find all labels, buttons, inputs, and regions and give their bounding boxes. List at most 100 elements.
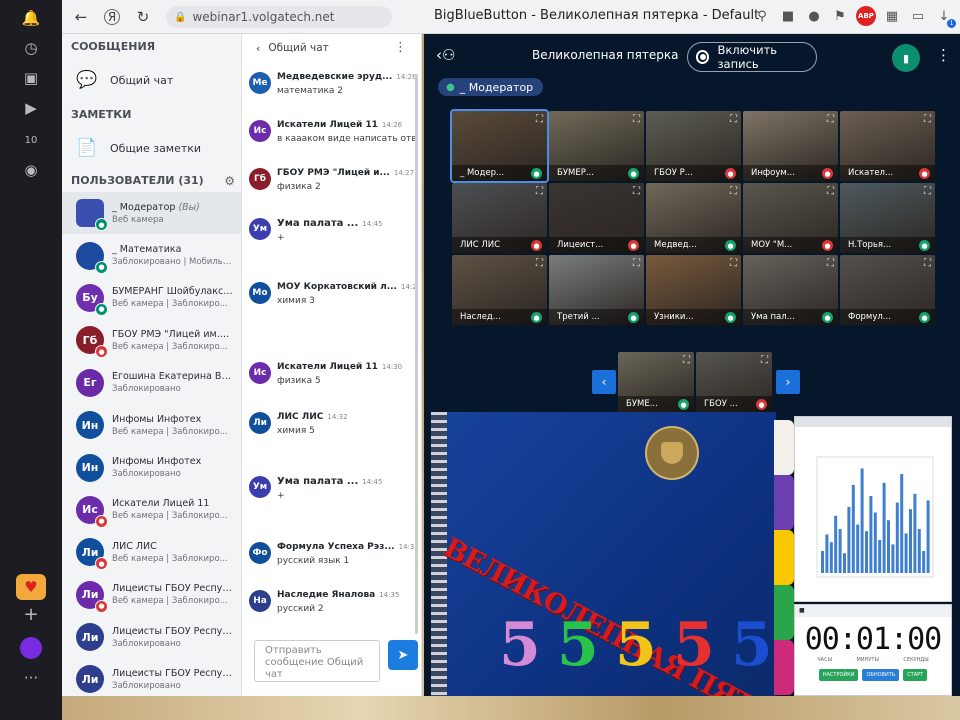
adblock-icon[interactable]: ABP — [856, 6, 876, 26]
back-icon[interactable]: ← — [68, 4, 94, 30]
fullscreen-icon[interactable]: ⛶ — [633, 258, 640, 269]
fullscreen-icon[interactable]: ⛶ — [924, 258, 931, 269]
spreadsheet-bar — [825, 534, 829, 573]
options-menu-icon[interactable]: ⋮ — [936, 46, 951, 64]
fullscreen-icon[interactable]: ⛶ — [633, 114, 640, 125]
user-list-item[interactable]: ● _ Модератор (Вы) Веб камера — [62, 192, 241, 235]
user-list-item[interactable]: Ин Инфомы Инфотех Веб камера | Заблокиро..… — [62, 404, 241, 446]
presentation-slide[interactable]: ВЕЛИКОЛЕПНАЯ ПЯТЁРКА 55555 — [431, 412, 776, 696]
video-tile[interactable]: ⛶ БУМЕР... ● — [549, 111, 644, 181]
fullscreen-icon[interactable]: ⛶ — [536, 186, 543, 197]
spreadsheet-bar — [873, 512, 877, 573]
video-tile[interactable]: ⛶ МОУ "М... ● — [743, 183, 838, 253]
user-list-item[interactable]: Ли ● ЛИС ЛИС Веб камера | Заблокиро... — [62, 531, 241, 573]
message-time: 14:32 — [327, 413, 348, 421]
slide-side-tab — [774, 585, 794, 640]
video-tile[interactable]: ⛶ Наслед... ● — [452, 255, 547, 325]
fullscreen-icon[interactable]: ⛶ — [827, 258, 834, 269]
zen-icon[interactable]: 10 — [0, 126, 62, 154]
more-icon[interactable]: ··· — [0, 664, 62, 692]
user-list-item[interactable]: ● _ Математика Заблокировано | Мобильн... — [62, 234, 241, 276]
extensions-icon[interactable]: ▦ — [882, 6, 902, 26]
user-list-item[interactable]: Ли Лицеисты ГБОУ Республи... Заблокировано — [62, 658, 241, 696]
video-tile[interactable]: ⛶ _ Модер... ● — [450, 109, 549, 183]
video-icon[interactable]: ▶ — [0, 94, 62, 122]
search-icon[interactable]: ⚲ — [752, 6, 772, 26]
alice-icon[interactable] — [0, 634, 62, 662]
camera-icon[interactable]: ■ — [778, 6, 798, 26]
fullscreen-icon[interactable]: ⛶ — [683, 355, 690, 366]
history-icon[interactable]: ◷ — [0, 34, 62, 62]
fullscreen-icon[interactable]: ⛶ — [730, 114, 737, 125]
fullscreen-icon[interactable]: ⛶ — [827, 186, 834, 197]
video-tile[interactable]: ⛶ Лицеист... ● — [549, 183, 644, 253]
fullscreen-icon[interactable]: ⛶ — [761, 355, 768, 366]
share-icon[interactable]: ⚑ — [830, 6, 850, 26]
prev-page-button[interactable]: ‹ — [592, 370, 616, 394]
kebab-menu-icon[interactable]: ⋮ — [394, 40, 407, 55]
fullscreen-icon[interactable]: ⛶ — [730, 258, 737, 269]
message-time: 14:30 — [381, 363, 403, 371]
video-tile[interactable]: ⛶ Н.Торья... ● — [840, 183, 935, 253]
notifications-icon[interactable]: 🔔 — [0, 4, 62, 32]
message-body: Искатели Лицей 11 14:26 в каааком виде нап… — [277, 120, 415, 144]
screenshot-icon[interactable]: ◉ — [0, 156, 62, 184]
fullscreen-icon[interactable]: ⛶ — [730, 186, 737, 197]
chevron-left-icon[interactable]: ‹ — [256, 42, 260, 55]
message-author: Ума палата ... 14:45 — [277, 476, 415, 487]
user-list-item[interactable]: Ли ● Лицеисты ГБОУ Республи... Веб камера |… — [62, 574, 241, 616]
download-icon[interactable]: ↓ 1 — [934, 6, 956, 28]
favorite-app-icon[interactable]: ♥ — [16, 574, 46, 600]
next-page-button[interactable]: › — [776, 370, 800, 394]
collections-icon[interactable]: ▣ — [0, 64, 62, 92]
fullscreen-icon[interactable]: ⛶ — [924, 114, 931, 125]
address-bar[interactable]: 🔒 webinar1.volgatech.net — [166, 6, 392, 28]
shared-notes-item[interactable]: 📄 Общие заметки — [62, 126, 241, 170]
spreadsheet-titlebar — [795, 417, 951, 427]
chat-scrollbar[interactable] — [415, 74, 418, 634]
fullscreen-icon[interactable]: ⛶ — [536, 114, 543, 125]
timer-button[interactable]: СТАРТ — [903, 669, 928, 681]
users-header: ПОЛЬЗОВАТЕЛИ (31) ⚙ — [62, 170, 241, 192]
reload-icon[interactable]: ↻ — [130, 4, 156, 30]
user-list-item[interactable]: Ли Лицеисты ГБОУ Республи... Заблокировано — [62, 616, 241, 658]
avatar: Ли — [76, 623, 104, 652]
fullscreen-icon[interactable]: ⛶ — [827, 114, 834, 125]
yandex-logo-icon[interactable]: Я — [104, 8, 120, 25]
mic-icon[interactable]: ● — [804, 6, 824, 26]
school-seal-logo — [645, 426, 699, 480]
users-toggle-icon[interactable]: ‹⚇ — [436, 46, 455, 64]
bookmark-icon[interactable]: ▭ — [908, 6, 928, 26]
video-tile[interactable]: ⛶ Искател... ● — [840, 111, 935, 181]
timer-button[interactable]: НАСТРОЙКИ — [818, 669, 859, 681]
user-list-item[interactable]: Гб ● ГБОУ РМЭ "Лицей им.М.В... Веб камера |… — [62, 319, 241, 361]
user-list-item[interactable]: Ег Егошина Екатерина Влад... Заблокировано — [62, 362, 241, 404]
video-tile[interactable]: ⛶ ЛИС ЛИС ● — [452, 183, 547, 253]
video-tile[interactable]: ⛶ ГБОУ Р... ● — [646, 111, 741, 181]
gear-icon[interactable]: ⚙ — [224, 170, 235, 192]
user-list-item[interactable]: Бу ● БУМЕРАНГ Шойбулакская... Веб камера | … — [62, 277, 241, 319]
chat-input[interactable]: Отправить сообщение Общий чат — [254, 640, 380, 682]
send-button[interactable]: ➤ — [388, 640, 418, 670]
connection-status-icon[interactable]: ▮ — [892, 44, 920, 72]
video-tile[interactable]: ⛶ Формул... ● — [840, 255, 935, 325]
message-author-name: МОУ Коркатовский л... — [277, 282, 397, 292]
video-tile[interactable]: ⛶ ГБОУ ... ● — [696, 352, 772, 412]
timer-button[interactable]: ОБНОВИТЬ — [862, 669, 900, 681]
video-tile[interactable]: ⛶ Инфоум... ● — [743, 111, 838, 181]
video-tile[interactable]: ⛶ Третий ... ● — [549, 255, 644, 325]
user-list-item[interactable]: Ин Инфомы Инфотех Заблокировано — [62, 446, 241, 488]
avatar: Ин — [76, 453, 104, 482]
user-list-item[interactable]: Ис ● Искатели Лицей 11 Веб камера | Заблоки… — [62, 489, 241, 531]
public-chat-item[interactable]: 💬 Общий чат — [62, 58, 241, 102]
video-tile[interactable]: ⛶ Медвед... ● — [646, 183, 741, 253]
fullscreen-icon[interactable]: ⛶ — [924, 186, 931, 197]
add-panel-icon[interactable]: + — [0, 600, 62, 628]
video-tile[interactable]: ⛶ БУМЕ... ● — [618, 352, 694, 412]
fullscreen-icon[interactable]: ⛶ — [633, 186, 640, 197]
record-button[interactable]: Включить запись — [687, 42, 817, 72]
fullscreen-icon[interactable]: ⛶ — [536, 258, 543, 269]
video-tile[interactable]: ⛶ Ума пал... ● — [743, 255, 838, 325]
talking-indicator[interactable]: ● _ Модератор — [438, 78, 544, 96]
video-tile[interactable]: ⛶ Узники... ● — [646, 255, 741, 325]
